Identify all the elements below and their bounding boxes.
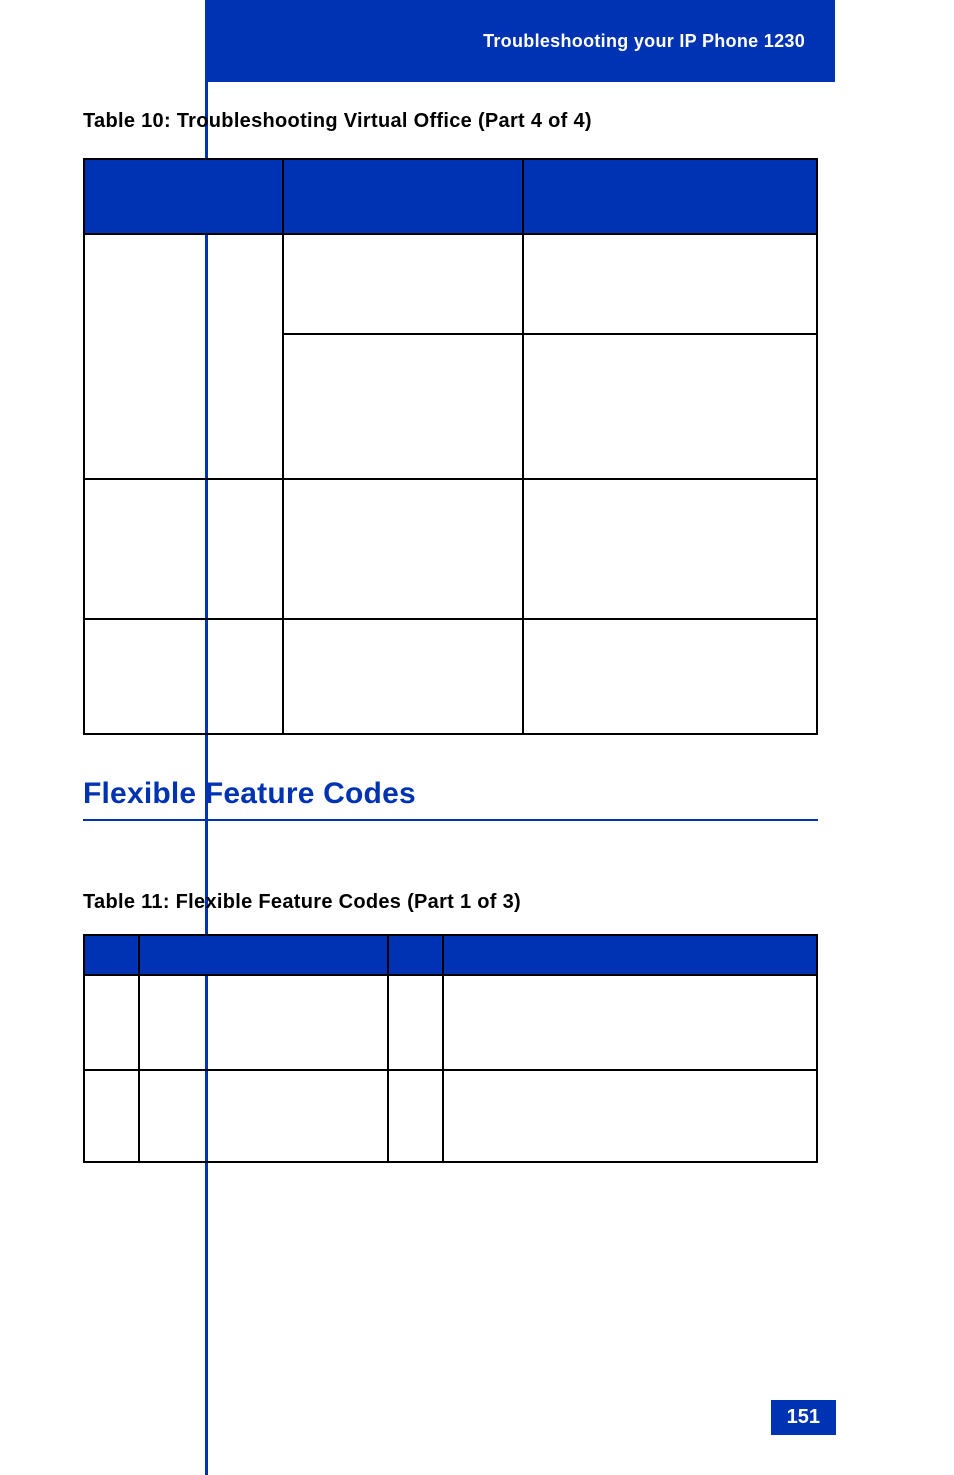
table11-cell xyxy=(388,975,443,1070)
page-header-title: Troubleshooting your IP Phone 1230 xyxy=(483,31,805,52)
table10-header-row xyxy=(84,159,817,234)
table10 xyxy=(83,158,818,735)
table11-header-cell-1 xyxy=(84,935,139,975)
table11-cell xyxy=(388,1070,443,1162)
table-row xyxy=(84,619,817,734)
table11 xyxy=(83,934,818,1163)
table10-header-cell-1 xyxy=(84,159,283,234)
table10-cell xyxy=(84,234,283,479)
table11-caption: Table 11: Flexible Feature Codes (Part 1… xyxy=(83,891,818,914)
table10-cell xyxy=(84,619,283,734)
table10-cell xyxy=(523,334,817,479)
page-content: Table 10: Troubleshooting Virtual Office… xyxy=(83,110,818,1163)
table10-caption: Table 10: Troubleshooting Virtual Office… xyxy=(83,110,818,133)
table10-cell xyxy=(283,334,522,479)
page-header-bar: Troubleshooting your IP Phone 1230 xyxy=(205,0,835,82)
section-underline xyxy=(83,819,818,821)
table11-cell xyxy=(139,975,388,1070)
table11-cell xyxy=(84,1070,139,1162)
table-row xyxy=(84,234,817,334)
table11-header-cell-3 xyxy=(388,935,443,975)
table10-header-cell-2 xyxy=(283,159,522,234)
table10-header-cell-3 xyxy=(523,159,817,234)
table10-cell xyxy=(283,619,522,734)
table11-header-row xyxy=(84,935,817,975)
table-row xyxy=(84,975,817,1070)
table-row xyxy=(84,1070,817,1162)
page-number: 151 xyxy=(771,1400,836,1435)
table11-header-cell-2 xyxy=(139,935,388,975)
table10-cell xyxy=(283,479,522,619)
table10-cell xyxy=(283,234,522,334)
table11-header-cell-4 xyxy=(443,935,817,975)
table10-cell xyxy=(523,479,817,619)
table10-cell xyxy=(523,619,817,734)
table-row xyxy=(84,479,817,619)
table11-cell xyxy=(139,1070,388,1162)
table11-cell xyxy=(443,1070,817,1162)
table11-cell xyxy=(443,975,817,1070)
section-heading: Flexible Feature Codes xyxy=(83,777,818,811)
table11-cell xyxy=(84,975,139,1070)
table10-cell xyxy=(523,234,817,334)
table10-cell xyxy=(84,479,283,619)
